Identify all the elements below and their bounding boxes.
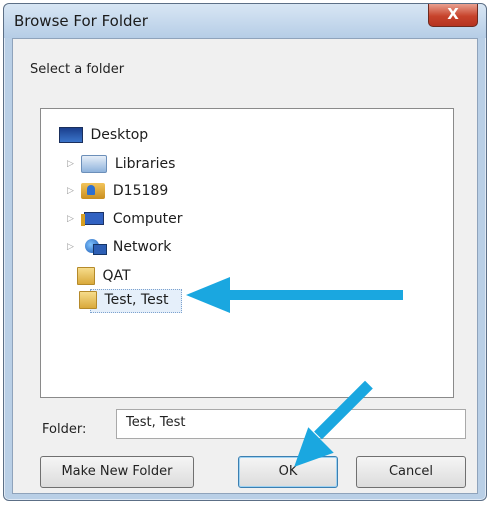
callout-arrow-left-icon [186, 277, 230, 313]
tree-item-label: QAT [102, 268, 131, 284]
tree-item-test-test-selected[interactable]: Test, Test [79, 289, 182, 313]
network-icon [81, 239, 108, 255]
folder-field-label: Folder: [42, 422, 87, 437]
libraries-icon [81, 155, 108, 173]
tree-item-desktop[interactable]: Desktop [59, 127, 148, 147]
user-folder-icon [81, 183, 106, 199]
tree-item-label: Test, Test [104, 292, 169, 308]
tree-item-label: D15189 [112, 183, 169, 199]
folder-icon [79, 291, 97, 309]
folder-name-input[interactable]: Test, Test [116, 409, 466, 439]
dialog-title: Browse For Folder [14, 12, 148, 30]
close-button[interactable]: X [428, 4, 478, 27]
computer-icon [81, 211, 105, 227]
cancel-button[interactable]: Cancel [356, 456, 466, 488]
tree-item-network[interactable]: ▷ Network [67, 239, 171, 259]
tree-item-label: Libraries [114, 156, 176, 172]
expand-arrow-icon[interactable]: ▷ [67, 159, 77, 169]
tree-item-d15189[interactable]: ▷ D15189 [67, 183, 168, 203]
expand-arrow-icon[interactable]: ▷ [67, 214, 77, 224]
folder-tree[interactable]: Desktop ▷ Libraries ▷ D15189 ▷ Computer … [40, 108, 454, 398]
tree-item-qat[interactable]: QAT [77, 267, 131, 287]
expand-arrow-icon[interactable]: ▷ [67, 242, 77, 252]
tree-item-libraries[interactable]: ▷ Libraries [67, 155, 175, 175]
make-new-folder-button[interactable]: Make New Folder [40, 456, 194, 488]
title-bar[interactable]: Browse For Folder X [4, 4, 486, 38]
tree-item-label: Computer [112, 211, 183, 227]
desktop-icon [59, 127, 83, 143]
tree-item-computer[interactable]: ▷ Computer [67, 211, 183, 231]
folder-icon [77, 267, 95, 285]
tree-item-label: Desktop [90, 127, 149, 143]
callout-arrow-shaft [228, 290, 403, 300]
tree-item-label: Network [112, 239, 172, 255]
expand-arrow-icon[interactable]: ▷ [67, 186, 77, 196]
select-folder-prompt: Select a folder [30, 62, 125, 77]
